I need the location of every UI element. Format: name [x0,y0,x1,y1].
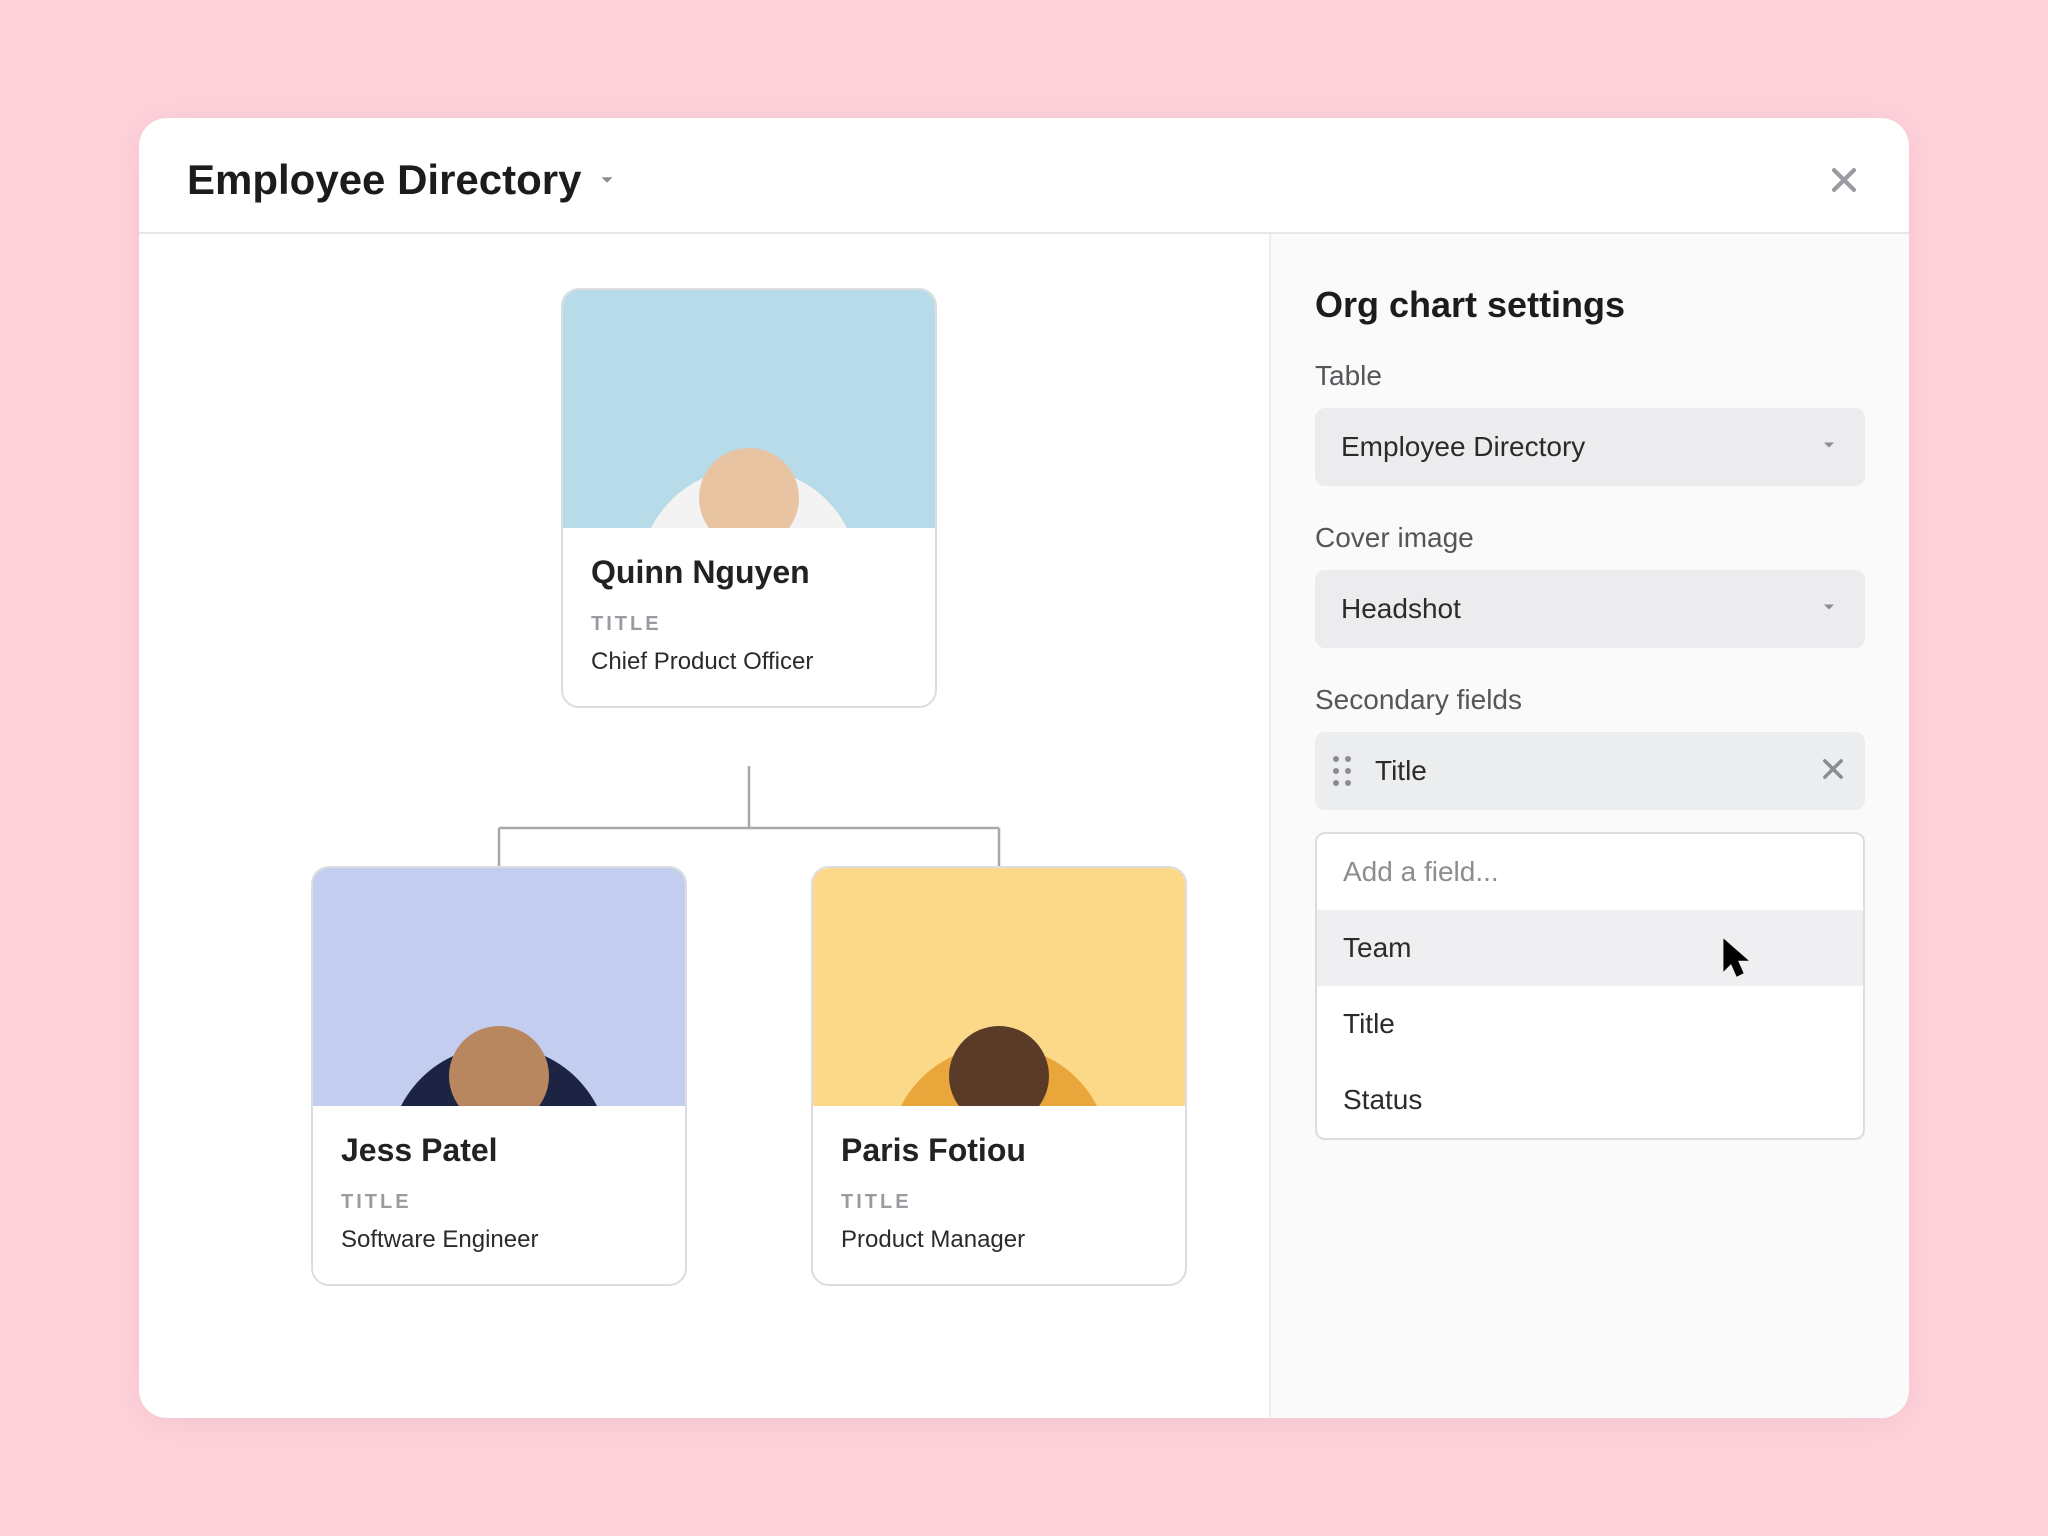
settings-title: Org chart settings [1315,284,1865,326]
select-value: Employee Directory [1341,431,1585,463]
employee-title: Software Engineer [341,1226,657,1254]
org-tree: Quinn Nguyen TITLE Chief Product Officer [179,288,1229,1364]
dropdown-option-title[interactable]: Title [1317,986,1863,1062]
title-group[interactable]: Employee Directory [187,156,618,204]
select-value: Headshot [1341,593,1461,625]
cover-label: Cover image [1315,522,1865,554]
caret-down-icon [1819,597,1839,622]
employee-photo [563,290,935,528]
table-select[interactable]: Employee Directory [1315,408,1865,486]
employee-card[interactable]: Jess Patel TITLE Software Engineer [311,866,687,1286]
caret-down-icon [596,169,618,191]
employee-card[interactable]: Paris Fotiou TITLE Product Manager [811,866,1187,1286]
page-title: Employee Directory [187,156,582,204]
cursor-icon [1721,939,1753,986]
employee-title: Chief Product Officer [591,648,907,676]
dropdown-option-team[interactable]: Team [1317,910,1863,986]
main-area: Quinn Nguyen TITLE Chief Product Officer [139,234,1909,1418]
add-field-input[interactable]: Add a field... [1317,834,1863,910]
remove-icon[interactable] [1819,755,1847,788]
employee-card-root[interactable]: Quinn Nguyen TITLE Chief Product Officer [561,288,937,708]
employee-photo [813,868,1185,1106]
add-field-dropdown: Add a field... Team Title Status [1315,832,1865,1140]
table-label: Table [1315,360,1865,392]
employee-name: Jess Patel [341,1132,657,1169]
settings-panel: Org chart settings Table Employee Direct… [1269,234,1909,1418]
field-label: TITLE [591,613,907,636]
secondary-field-chip[interactable]: Title [1315,732,1865,810]
titlebar: Employee Directory [139,118,1909,234]
app-window: Employee Directory [139,118,1909,1418]
employee-photo [313,868,685,1106]
employee-name: Quinn Nguyen [591,554,907,591]
caret-down-icon [1819,435,1839,460]
org-chart-canvas[interactable]: Quinn Nguyen TITLE Chief Product Officer [139,234,1269,1418]
chip-label: Title [1375,755,1801,787]
cover-select[interactable]: Headshot [1315,570,1865,648]
close-icon[interactable] [1827,163,1861,197]
employee-name: Paris Fotiou [841,1132,1157,1169]
employee-title: Product Manager [841,1226,1157,1254]
drag-handle-icon[interactable] [1333,753,1357,789]
secondary-fields-label: Secondary fields [1315,684,1865,716]
dropdown-option-status[interactable]: Status [1317,1062,1863,1138]
field-label: TITLE [841,1191,1157,1214]
field-label: TITLE [341,1191,657,1214]
